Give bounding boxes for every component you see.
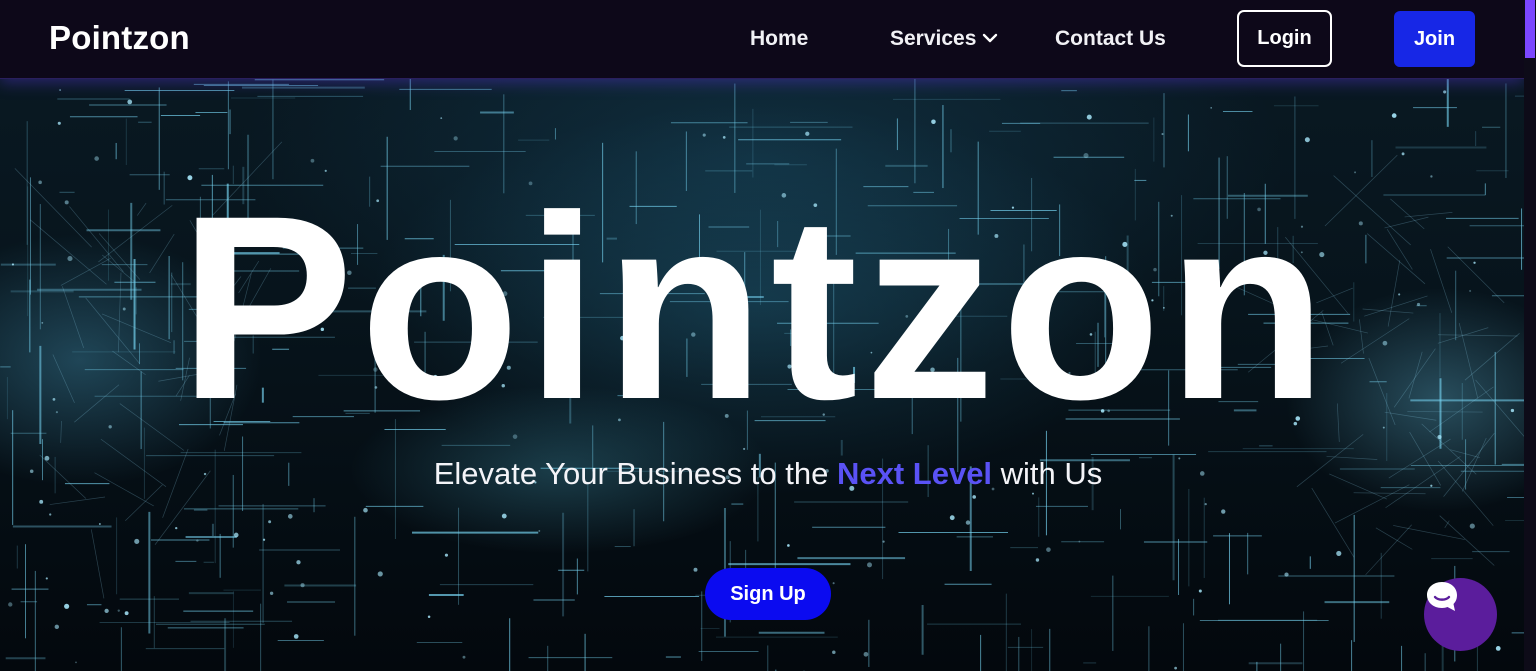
hero-tagline: Elevate Your Business to the Next Level … bbox=[0, 456, 1536, 492]
chevron-down-icon[interactable] bbox=[982, 30, 998, 46]
hero-section: Pointzon Elevate Your Business to the Ne… bbox=[0, 0, 1536, 671]
join-button[interactable]: Join bbox=[1394, 11, 1475, 67]
chat-bubble-icon bbox=[1427, 582, 1457, 611]
scrollbar-thumb[interactable] bbox=[1525, 0, 1535, 58]
sign-up-button[interactable]: Sign Up bbox=[705, 568, 831, 620]
chat-widget-button[interactable] bbox=[1424, 578, 1497, 651]
brand-logo[interactable]: Pointzon bbox=[49, 19, 190, 57]
nav-services-link[interactable]: Services bbox=[890, 27, 976, 51]
scrollbar-track[interactable] bbox=[1524, 0, 1536, 671]
tagline-accent: Next Level bbox=[836, 456, 993, 491]
nav-contact-link[interactable]: Contact Us bbox=[1055, 27, 1166, 51]
tagline-text-start: Elevate Your Business to the bbox=[433, 456, 837, 491]
nav-home-link[interactable]: Home bbox=[750, 27, 808, 51]
top-navbar: Pointzon Home Services Contact Us Login … bbox=[0, 0, 1524, 79]
tagline-text-end: with Us bbox=[992, 456, 1103, 491]
hero-title: Pointzon bbox=[179, 161, 1333, 454]
login-button[interactable]: Login bbox=[1237, 10, 1332, 67]
